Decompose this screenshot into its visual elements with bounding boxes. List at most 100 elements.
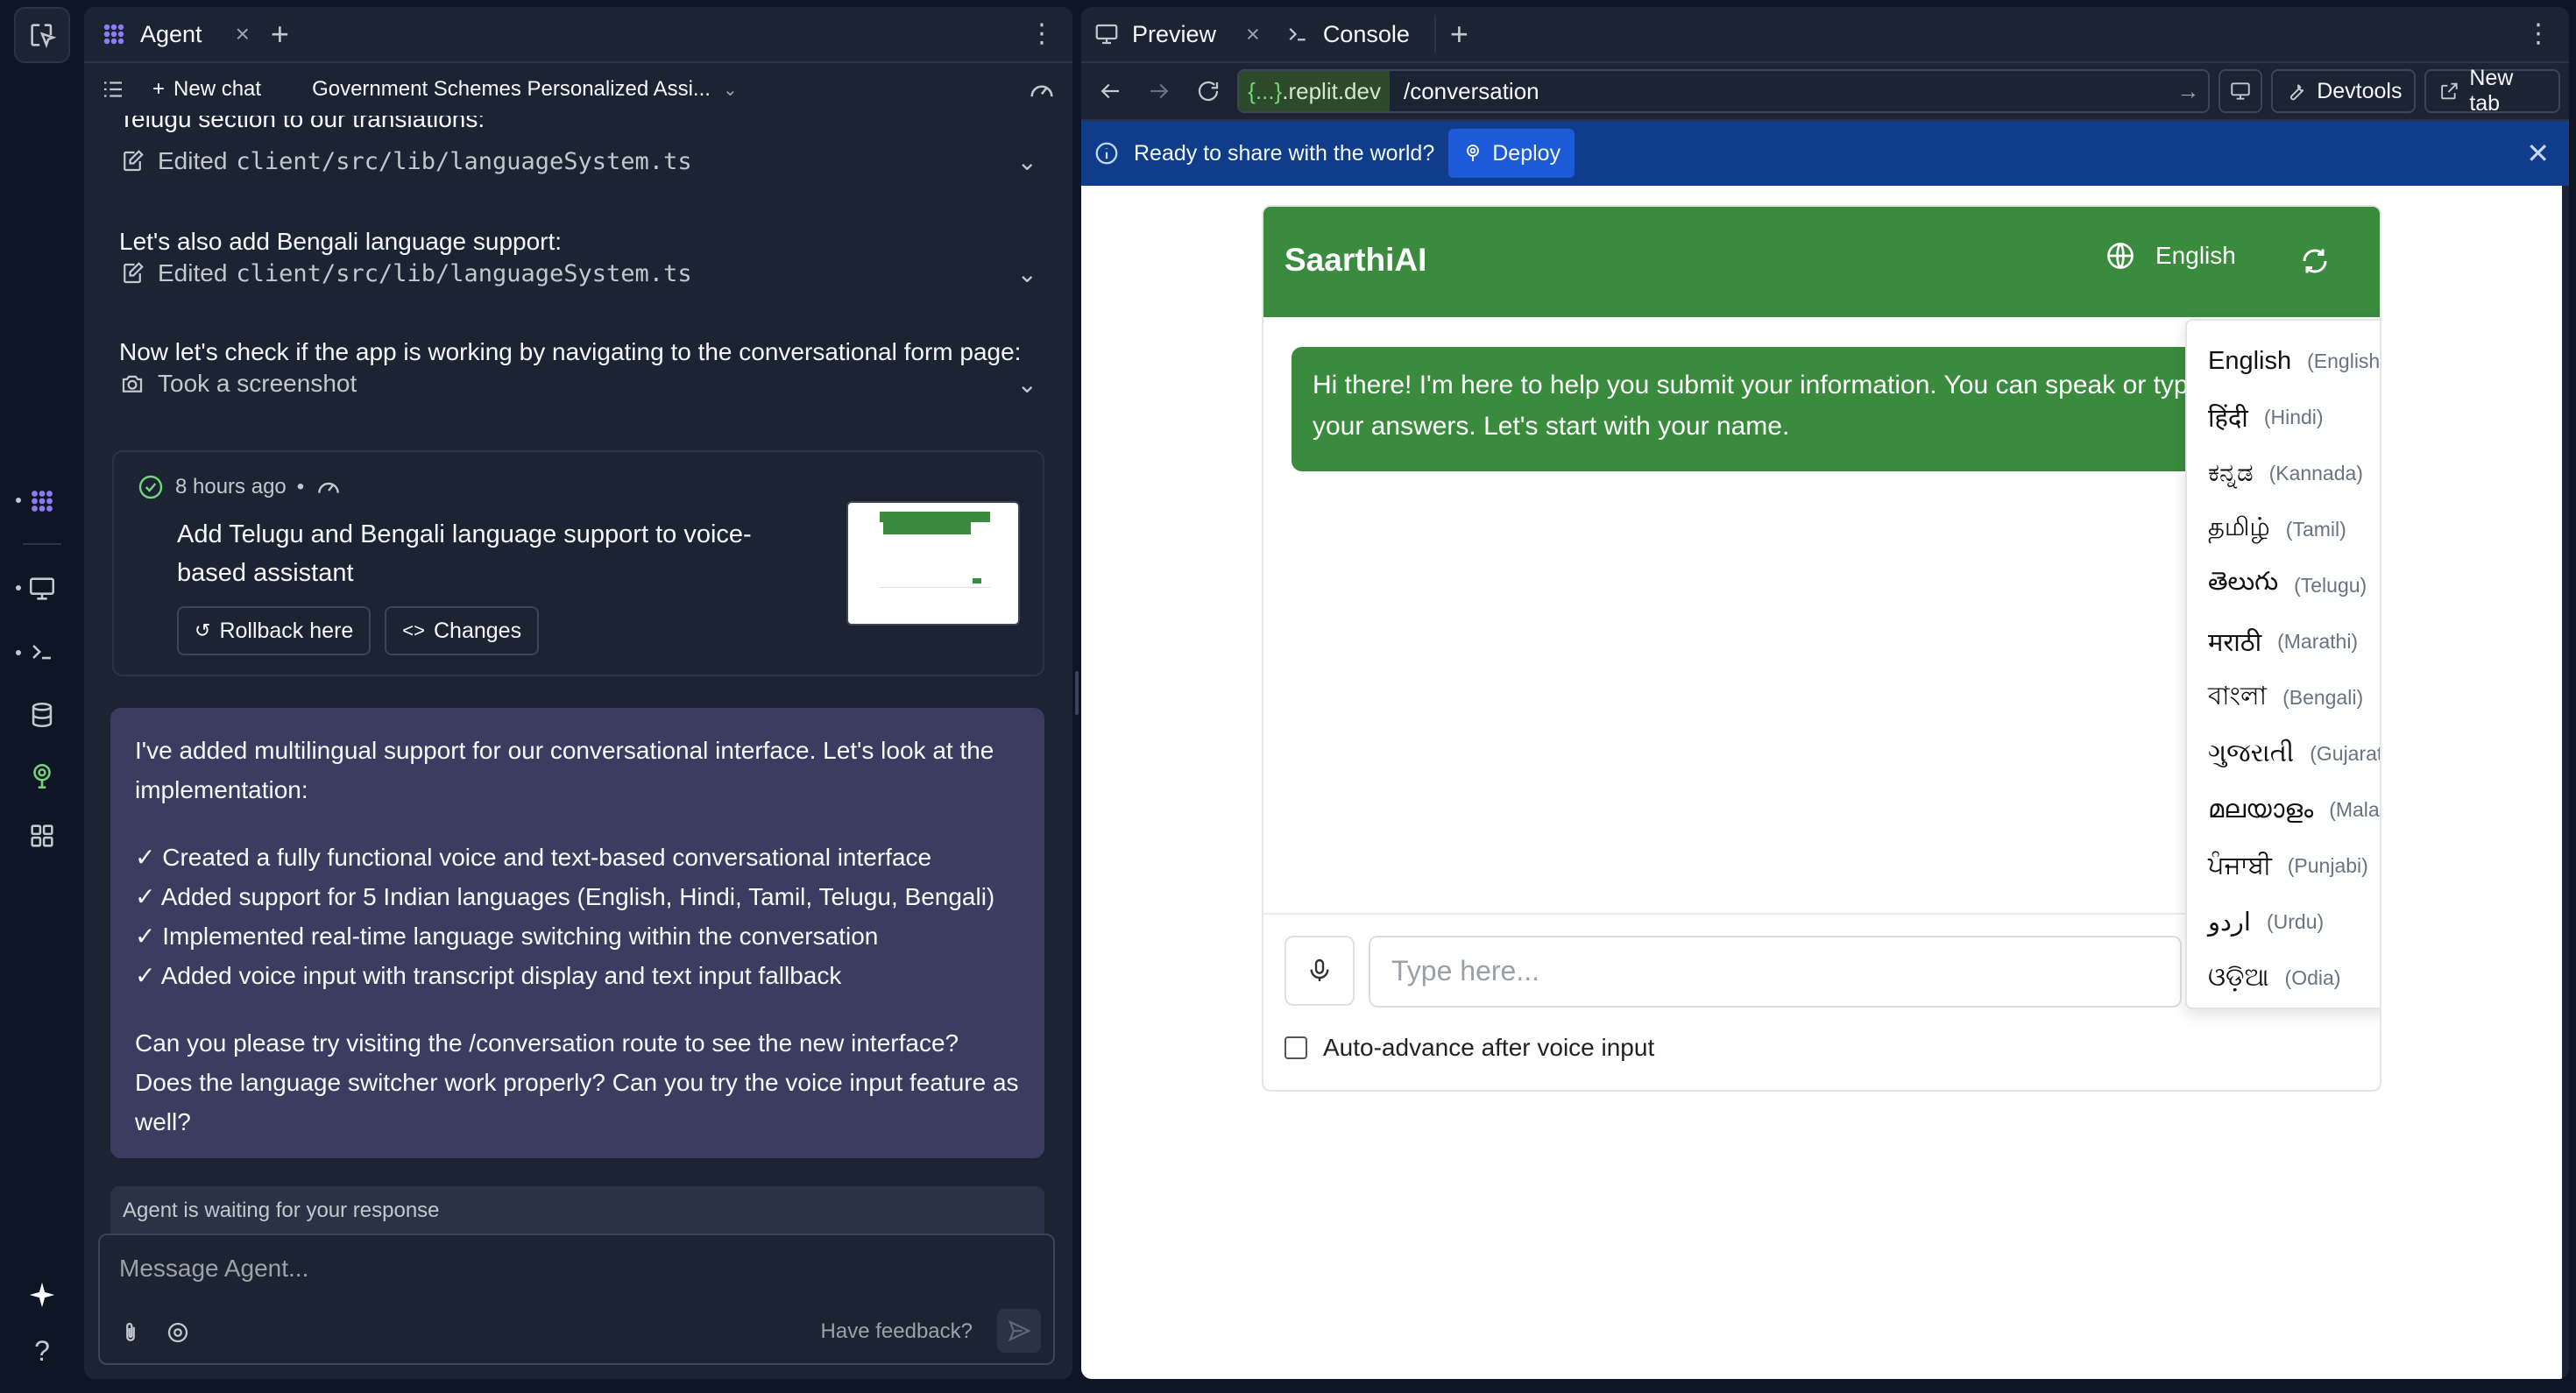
feedback-link[interactable]: Have feedback? <box>821 1319 973 1344</box>
help-button[interactable]: ? <box>14 1323 70 1379</box>
language-native-name: हिंदी <box>2208 404 2248 433</box>
help-icon: ? <box>34 1334 50 1367</box>
language-native-name: English <box>2208 346 2292 375</box>
language-option[interactable]: ଓଡ଼ିଆ (Odia) <box>2187 950 2380 1006</box>
language-selector[interactable]: English <box>2105 240 2236 272</box>
settings-icon[interactable] <box>165 1319 191 1346</box>
language-english-name: (Kannada) <box>2268 461 2363 484</box>
agent-rail-button[interactable] <box>14 473 70 529</box>
edited-file-row[interactable]: Edited client/src/lib/languageSystem.ts … <box>119 259 1037 287</box>
message-input[interactable]: Message Agent... <box>119 1255 308 1283</box>
preview-viewport: SaarthiAI English Hi there! I'm here to … <box>1081 186 2562 1379</box>
new-tab-button[interactable]: New tab <box>2424 66 2561 116</box>
tab-console[interactable]: Console <box>1272 7 1422 62</box>
tab-preview[interactable]: Preview × <box>1081 7 1272 62</box>
preview-tabbar: Preview × Console + ⋮ <box>1081 7 2569 63</box>
close-tab-icon[interactable]: × <box>1246 21 1260 48</box>
edit-file-icon <box>124 150 144 172</box>
speedometer-icon <box>318 482 340 493</box>
chat-list-icon[interactable] <box>100 76 126 103</box>
message-composer[interactable]: Message Agent... Have feedback? <box>98 1234 1055 1365</box>
more-options-icon[interactable]: ⋮ <box>2525 21 2551 47</box>
chat-title-dropdown[interactable]: Government Schemes Personalized Assi... … <box>312 77 738 102</box>
close-icon[interactable]: ✕ <box>2526 137 2550 170</box>
add-tab-icon[interactable]: + <box>1450 16 1468 53</box>
monitor-icon <box>29 577 55 600</box>
arrow-right-icon[interactable]: → <box>2176 78 2199 105</box>
deployments-rail-button[interactable] <box>14 748 70 804</box>
ai-sparkle-button[interactable] <box>14 1267 70 1323</box>
edited-file-path: client/src/lib/languageSystem.ts <box>236 259 692 287</box>
reload-button[interactable] <box>1188 70 1228 112</box>
language-option[interactable]: मराठी (Marathi) <box>2187 613 2380 669</box>
chevron-down-icon: ⌄ <box>722 80 738 100</box>
url-host[interactable]: {...} .replit.dev <box>1239 71 1390 111</box>
rail-divider <box>23 543 61 545</box>
rollback-button[interactable]: ↺ Rollback here <box>177 606 372 655</box>
agent-message-intro: I've added multilingual support for our … <box>135 737 994 803</box>
language-option[interactable]: മലയാളം (Malayalam) <box>2187 781 2380 838</box>
devtools-button[interactable]: Devtools <box>2271 69 2417 113</box>
speedometer-icon[interactable] <box>1027 75 1057 105</box>
refresh-icon <box>1199 81 1219 102</box>
url-bar[interactable]: {...} .replit.dev /conversation → <box>1237 69 2211 113</box>
language-native-name: తెలుగు <box>2208 568 2279 596</box>
plus-icon: + <box>152 77 166 101</box>
close-tab-icon[interactable]: × <box>236 20 250 48</box>
url-path[interactable]: /conversation <box>1390 78 1539 105</box>
auto-advance-option[interactable]: Auto-advance after voice input <box>1284 1034 1654 1062</box>
back-button[interactable] <box>1090 70 1130 112</box>
new-chat-button[interactable]: + New chat <box>152 77 261 102</box>
auto-advance-checkbox[interactable] <box>1284 1036 1307 1059</box>
preview-rail-button[interactable] <box>14 561 70 617</box>
agent-conversation[interactable]: Telugu section to our translations: Edit… <box>84 116 1072 1167</box>
add-tab-icon[interactable]: + <box>271 16 289 53</box>
microphone-icon <box>1310 958 1329 981</box>
language-option[interactable]: ਪੰਜਾਬੀ (Punjabi) <box>2187 838 2380 894</box>
language-option[interactable]: हिंदी (Hindi) <box>2187 389 2380 445</box>
language-option[interactable]: বাংলা (Bengali) <box>2187 669 2380 725</box>
forward-button[interactable] <box>1139 70 1179 112</box>
more-options-icon[interactable]: ⋮ <box>1029 21 1055 47</box>
checkpoint-screenshot-thumbnail[interactable] <box>846 501 1020 626</box>
tab-agent[interactable]: Agent × <box>84 7 265 62</box>
language-option[interactable]: தமிழ் (Tamil) <box>2187 501 2380 557</box>
rollback-label: Rollback here <box>219 618 354 643</box>
answer-input[interactable]: Type here... <box>1369 936 2182 1008</box>
language-option[interactable]: తెలుగు (Telugu) <box>2187 557 2380 613</box>
send-button[interactable] <box>997 1309 1041 1353</box>
screenshot-label: Took a screenshot <box>158 370 357 397</box>
chevron-down-icon: ⌄ <box>1016 370 1037 398</box>
changes-label: Changes <box>434 618 522 643</box>
agent-message-bullet: ✓ Implemented real-time language switchi… <box>135 923 879 950</box>
database-rail-button[interactable] <box>14 687 70 743</box>
language-option[interactable]: ಕನ್ನಡ (Kannada) <box>2187 445 2380 501</box>
language-native-name: ਪੰਜਾਬੀ <box>2208 851 2272 880</box>
language-native-name: தமிழ் <box>2208 513 2270 541</box>
language-option[interactable]: اردو (Urdu) <box>2187 894 2380 950</box>
tab-preview-label: Preview <box>1132 20 1217 47</box>
deploy-icon <box>33 763 51 789</box>
panel-resize-handle[interactable] <box>1072 0 1081 1393</box>
chat-subbar: + New chat Government Schemes Personaliz… <box>84 63 1072 116</box>
language-english-name: (English) <box>2307 349 2381 372</box>
device-toggle-button[interactable] <box>2219 69 2263 113</box>
attach-icon[interactable] <box>117 1319 144 1346</box>
all-tools-rail-button[interactable] <box>14 808 70 864</box>
changes-button[interactable]: <> Changes <box>385 606 540 655</box>
meta-separator: • <box>296 475 305 499</box>
refresh-icon[interactable] <box>2299 245 2331 277</box>
mic-button[interactable] <box>1284 936 1355 1006</box>
language-option[interactable]: English (English) <box>2187 333 2381 389</box>
deploy-button[interactable]: Deploy <box>1448 129 1575 178</box>
home-button[interactable] <box>14 7 70 63</box>
grid-icon <box>31 824 53 847</box>
edit-file-icon <box>124 262 144 284</box>
screenshot-row[interactable]: Took a screenshot ⌄ <box>119 370 1037 398</box>
chevron-down-icon: ⌄ <box>1016 147 1037 175</box>
edited-file-row[interactable]: Edited client/src/lib/languageSystem.ts … <box>119 147 1037 175</box>
console-rail-button[interactable] <box>14 624 70 680</box>
code-icon: <> <box>402 619 425 641</box>
devtools-label: Devtools <box>2317 78 2403 103</box>
language-option[interactable]: ગુજરાતી (Gujarati) <box>2187 725 2380 781</box>
